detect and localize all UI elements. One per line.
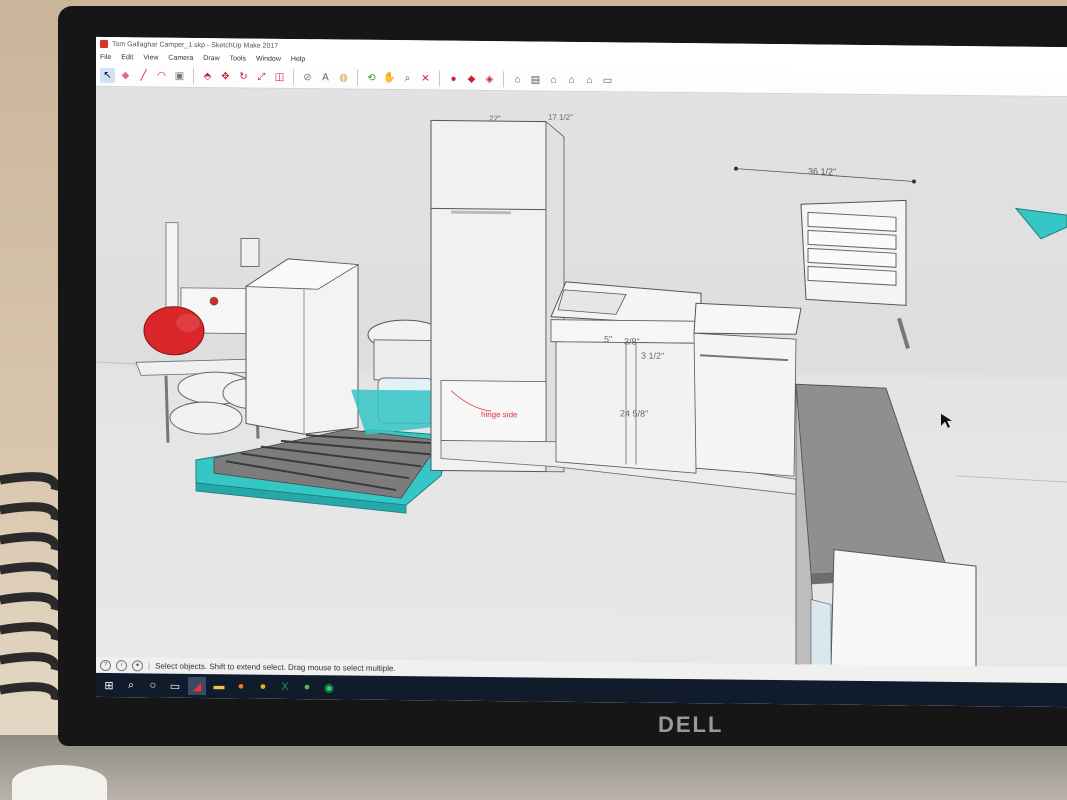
monitor-brand-logo: DELL [658, 712, 724, 737]
select-icon[interactable]: ↖ [100, 67, 115, 83]
help-icon[interactable]: ? [100, 659, 111, 671]
sink-dimension-a: 5" [604, 334, 612, 344]
window-title: Tom Gallaghar Camper_1.skp - SketchUp Ma… [112, 40, 279, 50]
status-hint: Select objects. Shift to extend select. … [155, 661, 396, 673]
menu-window[interactable]: Window [256, 56, 281, 63]
pan-icon[interactable]: ✋ [382, 70, 397, 85]
text-icon[interactable]: A [318, 70, 333, 85]
sketchup-taskbar-icon[interactable]: ◢ [188, 676, 206, 696]
sketchup-app-icon [100, 39, 108, 49]
pencil-icon[interactable]: ╱ [136, 68, 151, 83]
sink-cabinet[interactable]: 5" 3/8" 3 1/2" 24 5/8" [550, 281, 702, 474]
excel-icon[interactable]: X [276, 678, 294, 696]
search-icon[interactable]: ⌕ [122, 676, 140, 694]
refrigerator[interactable]: hinge side 22" 17 1/2" [430, 111, 573, 473]
paint-bucket-icon[interactable]: ◍ [336, 70, 351, 85]
toolbar-separator [193, 67, 194, 84]
sink-dimension-b: 3/8" [624, 336, 640, 346]
chrome-icon[interactable]: ● [254, 678, 272, 696]
pencil-object [897, 317, 910, 349]
whatsapp-icon[interactable]: ◉ [320, 678, 338, 696]
shape-icon[interactable]: ▣ [172, 68, 187, 83]
stove-oven[interactable] [693, 302, 802, 477]
hinge-side-label: hinge side [481, 410, 518, 419]
toolbar-separator [439, 70, 440, 87]
offset-icon[interactable]: ◫ [272, 69, 287, 84]
eraser-icon[interactable]: ◆ [118, 68, 133, 83]
windows-start-icon[interactable]: ⊞ [100, 676, 118, 694]
menu-help[interactable]: Help [291, 56, 305, 63]
menu-view[interactable]: View [143, 54, 158, 61]
firefox-icon[interactable]: ● [232, 677, 250, 695]
ruby-icon[interactable]: ◈ [482, 71, 497, 86]
mouse-cursor [941, 413, 952, 428]
cortana-icon[interactable]: ○ [144, 676, 162, 694]
toolbar-separator [503, 71, 504, 88]
axis-line [955, 475, 1067, 483]
app-green-icon[interactable]: ● [298, 678, 316, 696]
toolbar-separator [357, 69, 358, 86]
model-viewport[interactable]: hinge side 22" 17 1/2" 5" 3/8" 3 1/2" 24… [96, 86, 1067, 670]
mug [12, 765, 107, 800]
arc-icon[interactable]: ◠ [154, 68, 169, 83]
menu-edit[interactable]: Edit [121, 54, 133, 61]
toolbar-separator [293, 68, 294, 85]
menu-camera[interactable]: Camera [168, 55, 193, 62]
zoom-extents-icon[interactable]: ✕ [418, 71, 433, 86]
user-icon[interactable]: ● [132, 659, 143, 671]
left-view-icon[interactable]: ▭ [600, 73, 615, 88]
red-propane-tank[interactable] [143, 306, 205, 356]
top-view-icon[interactable]: ▤ [528, 72, 543, 87]
file-explorer-icon[interactable]: ▬ [210, 677, 228, 695]
back-view-icon[interactable]: ⌂ [582, 73, 597, 88]
tape-measure-icon[interactable]: ⊘ [300, 70, 315, 85]
fridge-width-dimension: 22" [489, 114, 501, 123]
right-view-icon[interactable]: ⌂ [564, 72, 579, 87]
menu-file[interactable]: File [100, 54, 111, 61]
zoom-icon[interactable]: ⌕ [400, 71, 415, 86]
task-view-icon[interactable]: ▭ [166, 677, 184, 695]
window-vent[interactable]: 36 1/2" [734, 166, 916, 306]
menu-tools[interactable]: Tools [230, 55, 246, 62]
iso-view-icon[interactable]: ⌂ [510, 72, 525, 87]
menu-draw[interactable]: Draw [203, 55, 219, 62]
info-icon[interactable]: i [116, 659, 127, 671]
fridge-depth-dimension: 17 1/2" [548, 113, 573, 122]
monitor-bezel: DELL Tom Gallaghar Camper_1.skp - Sketch… [58, 6, 1067, 746]
move-icon[interactable]: ✥ [218, 69, 233, 84]
mini-fridge[interactable] [244, 258, 360, 435]
push-pull-icon[interactable]: ⬘ [200, 69, 215, 84]
window-width-dimension: 36 1/2" [808, 166, 836, 176]
screen: Tom Gallaghar Camper_1.skp - SketchUp Ma… [96, 36, 1067, 708]
sink-height-dimension: 24 5/8" [620, 408, 648, 418]
scale-icon[interactable]: ⤢ [254, 69, 269, 84]
teal-shelf[interactable] [1014, 207, 1067, 240]
sink-dimension-c: 3 1/2" [641, 351, 664, 361]
warehouse-icon[interactable]: ● [446, 71, 461, 86]
extension-icon[interactable]: ◆ [464, 71, 479, 86]
status-divider: | [148, 660, 151, 670]
teal-floor-platform[interactable] [195, 428, 452, 514]
front-view-icon[interactable]: ⌂ [546, 72, 561, 87]
rotate-icon[interactable]: ↻ [236, 69, 251, 84]
orbit-icon[interactable]: ⟲ [364, 70, 379, 85]
